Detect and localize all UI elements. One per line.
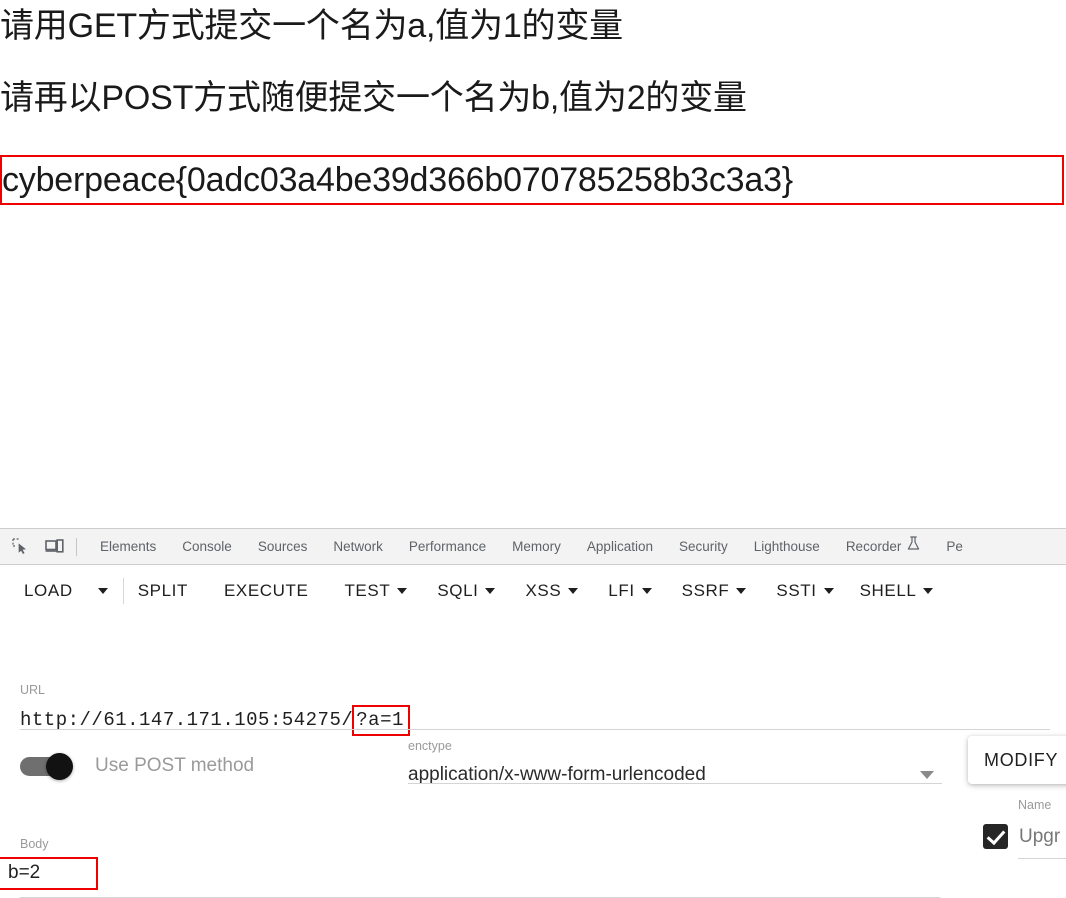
tab-security-label: Security — [678, 539, 728, 554]
hackbar-panel: LOAD SPLIT EXECUTE TEST SQLI XSS LFI SSR… — [0, 565, 1066, 898]
hackbar-toolbar: LOAD SPLIT EXECUTE TEST SQLI XSS LFI SSR… — [0, 565, 1066, 617]
tab-recorder-label: Recorder — [845, 539, 902, 554]
use-post-method-toggle[interactable]: Use POST method — [20, 753, 255, 780]
test-menu-label: TEST — [344, 581, 391, 600]
chevron-down-icon — [485, 588, 496, 594]
xss-menu-button[interactable]: XSS — [525, 581, 579, 601]
tab-sources-label: Sources — [257, 539, 308, 554]
tab-recorder[interactable]: Recorder — [833, 529, 934, 564]
chevron-down-icon — [641, 588, 652, 594]
url-label: URL — [20, 683, 46, 697]
tab-application[interactable]: Application — [574, 529, 666, 564]
enctype-field-group: enctype application/x-www-form-urlencode… — [408, 739, 942, 791]
hackbar-toolbar-divider — [122, 578, 124, 604]
challenge-page-content: 请用GET方式提交一个名为a,值为1的变量 请再以POST方式随便提交一个名为b… — [0, 0, 1066, 528]
enctype-select[interactable]: application/x-www-form-urlencoded — [408, 759, 942, 791]
headers-name-column: Name — [1018, 796, 1066, 814]
load-dropdown-caret-icon[interactable] — [93, 588, 113, 594]
tab-lighthouse[interactable]: Lighthouse — [741, 529, 833, 564]
tab-console-label: Console — [182, 539, 232, 554]
headers-name-label: Name — [1018, 798, 1052, 812]
test-menu-button[interactable]: TEST — [344, 581, 408, 601]
url-base-text: http://61.147.171.105:54275/ — [20, 709, 354, 731]
lfi-menu-button[interactable]: LFI — [608, 581, 652, 601]
xss-menu-label: XSS — [525, 581, 562, 600]
flag-highlight-box: cyberpeace{0adc03a4be39d366b070785258b3c… — [0, 155, 1064, 205]
body-value: b=2 — [8, 861, 41, 883]
tab-lighthouse-label: Lighthouse — [753, 539, 820, 554]
sqli-menu-button[interactable]: SQLI — [437, 581, 496, 601]
flag-text: cyberpeace{0adc03a4be39d366b070785258b3c… — [2, 161, 793, 199]
load-button[interactable]: LOAD — [24, 581, 73, 601]
tab-performance[interactable]: Performance — [396, 529, 499, 564]
tab-application-label: Application — [586, 539, 653, 554]
chevron-down-icon — [736, 588, 747, 594]
lfi-menu-label: LFI — [608, 581, 635, 600]
ssti-menu-button[interactable]: SSTI — [776, 581, 834, 601]
flask-icon — [907, 529, 920, 564]
use-post-method-label: Use POST method — [95, 755, 255, 776]
shell-menu-label: SHELL — [859, 581, 917, 600]
chevron-down-icon — [923, 588, 934, 594]
body-field-group: Body b=2 — [0, 837, 940, 898]
body-label: Body — [20, 837, 49, 851]
chevron-down-icon — [823, 588, 834, 594]
url-query-highlight: ?a=1 — [352, 704, 410, 736]
tab-memory[interactable]: Memory — [499, 529, 574, 564]
chevron-down-icon — [97, 588, 108, 594]
execute-button-label: EXECUTE — [223, 581, 309, 600]
inspect-element-icon[interactable] — [6, 533, 34, 561]
device-toolbar-icon[interactable] — [40, 533, 68, 561]
tab-memory-label: Memory — [512, 539, 561, 554]
ssti-menu-label: SSTI — [776, 581, 817, 600]
tab-sources[interactable]: Sources — [245, 529, 321, 564]
tab-performance-label: Performance — [408, 539, 487, 554]
challenge-instruction-get: 请用GET方式提交一个名为a,值为1的变量 — [0, 7, 623, 45]
tab-network[interactable]: Network — [320, 529, 396, 564]
chevron-down-icon — [568, 588, 579, 594]
split-button-label: SPLIT — [137, 581, 188, 600]
modify-button-label: MODIFY — [984, 749, 1059, 770]
sqli-menu-label: SQLI — [437, 581, 479, 600]
load-button-label: LOAD — [24, 581, 73, 600]
tab-performance-insights[interactable]: Pe — [933, 529, 963, 564]
url-field-group: URL http://61.147.171.105:54275/ ?a=1 — [20, 683, 1050, 736]
enctype-underline — [408, 783, 942, 784]
ssrf-menu-button[interactable]: SSRF — [682, 581, 747, 601]
enctype-label: enctype — [408, 739, 452, 753]
ssrf-menu-label: SSRF — [681, 581, 730, 600]
post-toggle-switch[interactable] — [20, 753, 76, 780]
chevron-down-icon — [920, 771, 934, 779]
header-row-upgrade[interactable]: Upgr — [983, 824, 1060, 849]
chevron-down-icon — [397, 588, 408, 594]
url-underline — [20, 729, 1050, 730]
tab-performance-insights-label: Pe — [946, 539, 963, 554]
url-input[interactable]: http://61.147.171.105:54275/ ?a=1 — [20, 704, 1050, 736]
challenge-instruction-post: 请再以POST方式随便提交一个名为b,值为2的变量 — [0, 79, 747, 117]
tab-network-label: Network — [333, 539, 383, 554]
toggle-knob — [46, 753, 73, 780]
tab-elements[interactable]: Elements — [87, 529, 169, 564]
devtools-panel: Elements Console Sources Network Perform… — [0, 528, 1066, 898]
tab-console[interactable]: Console — [169, 529, 245, 564]
devtools-tabbar: Elements Console Sources Network Perform… — [0, 529, 1066, 565]
tab-security[interactable]: Security — [666, 529, 741, 564]
tab-elements-label: Elements — [100, 539, 157, 554]
split-button[interactable]: SPLIT — [138, 581, 188, 601]
header-name-value: Upgr — [1019, 825, 1061, 847]
header-name-underline — [1018, 858, 1066, 859]
checkbox-checked-icon[interactable] — [983, 824, 1008, 849]
execute-button[interactable]: EXECUTE — [224, 581, 309, 601]
body-input[interactable]: b=2 — [0, 856, 940, 890]
toolbar-divider — [76, 537, 77, 556]
body-value-highlight: b=2 — [0, 856, 99, 890]
modify-button[interactable]: MODIFY — [968, 736, 1066, 784]
shell-menu-button[interactable]: SHELL — [860, 581, 934, 601]
